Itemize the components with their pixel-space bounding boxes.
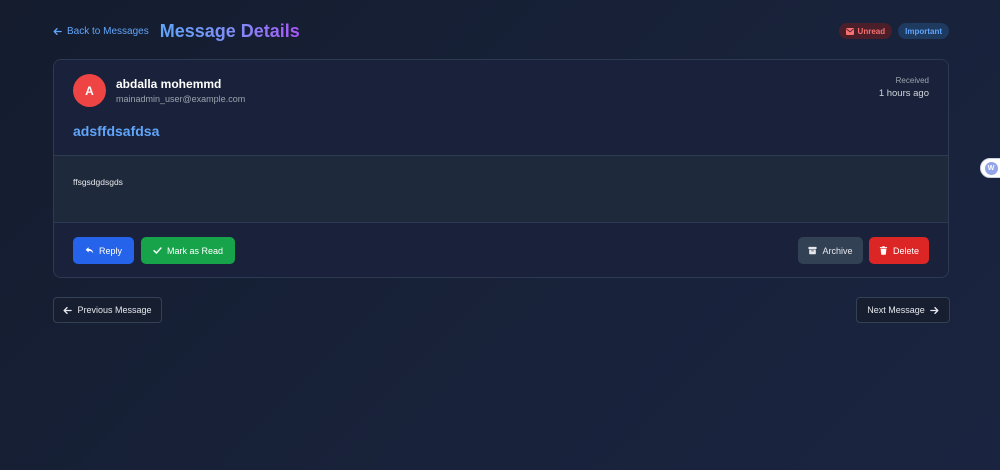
sender-email: mainadmin_user@example.com xyxy=(116,94,246,104)
status-badges: Unread Important xyxy=(838,23,949,39)
important-badge: Important xyxy=(898,23,949,39)
unread-badge: Unread xyxy=(838,23,893,39)
message-subject: adsffdsafdsa xyxy=(73,123,160,139)
check-icon xyxy=(153,246,162,255)
archive-box-icon xyxy=(808,246,818,255)
trash-icon xyxy=(879,246,888,255)
delete-button[interactable]: Delete xyxy=(869,237,929,264)
message-actions: Reply Mark as Read Archive Delete xyxy=(54,223,948,277)
archive-label: Archive xyxy=(822,245,853,256)
unread-badge-label: Unread xyxy=(857,26,886,36)
previous-message-button[interactable]: Previous Message xyxy=(53,297,162,323)
sender-name: abdalla mohemmd xyxy=(116,77,222,91)
page-header: Back to Messages Message Details Unread … xyxy=(53,18,949,44)
mark-as-read-button[interactable]: Mark as Read xyxy=(141,237,235,264)
important-badge-label: Important xyxy=(905,26,942,36)
widget-glyph: W xyxy=(987,164,995,172)
sender-avatar: A xyxy=(73,74,106,107)
received-time: 1 hours ago xyxy=(878,88,929,99)
message-body-text: ffsgsdgdsgds xyxy=(73,177,123,187)
received-label: Received xyxy=(895,76,929,85)
reply-button[interactable]: Reply xyxy=(73,237,134,264)
reply-label: Reply xyxy=(98,245,122,256)
arrow-left-icon xyxy=(63,306,73,315)
widget-logo-icon: W xyxy=(984,161,998,175)
next-message-label: Next Message xyxy=(867,305,925,315)
envelope-icon xyxy=(845,27,854,35)
back-to-messages-link[interactable]: Back to Messages xyxy=(53,26,149,37)
page-title: Message Details xyxy=(159,20,300,41)
arrow-left-icon xyxy=(53,27,62,36)
reply-icon xyxy=(85,246,94,255)
mark-as-read-label: Mark as Read xyxy=(166,245,224,256)
previous-message-label: Previous Message xyxy=(77,305,152,315)
delete-label: Delete xyxy=(892,245,919,256)
back-link-label: Back to Messages xyxy=(67,25,149,37)
archive-button[interactable]: Archive xyxy=(798,237,863,264)
message-body: ffsgsdgdsgds xyxy=(54,156,948,223)
arrow-right-icon xyxy=(929,306,939,315)
message-card: A abdalla mohemmd mainadmin_user@example… xyxy=(53,59,949,278)
next-message-button[interactable]: Next Message xyxy=(856,297,950,323)
message-header: A abdalla mohemmd mainadmin_user@example… xyxy=(54,60,948,156)
side-widget-tab[interactable]: W xyxy=(980,158,1000,178)
